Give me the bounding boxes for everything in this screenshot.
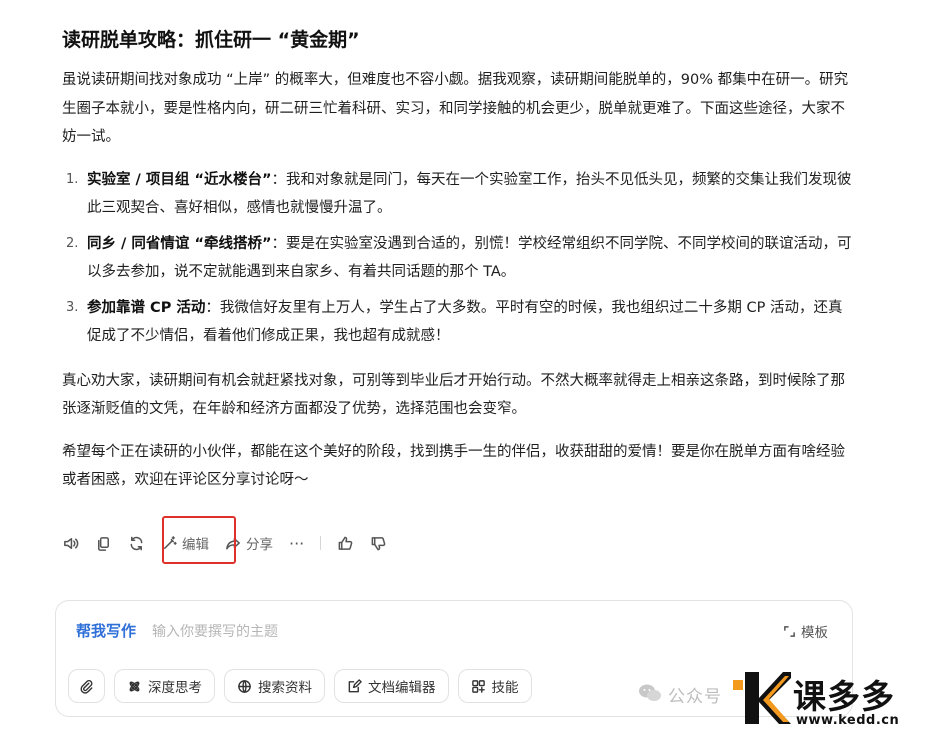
closing-paragraph: 希望每个正在读研的小伙伴，都能在这个美好的阶段，找到携手一生的伴侣，收获甜甜的爱…: [62, 443, 845, 489]
refresh-icon: [130, 536, 143, 550]
list-item-heading: 实验室 / 项目组 “近水楼台”: [87, 171, 272, 188]
edit-highlight-box: [162, 516, 236, 564]
article: 读研脱单攻略：抓住研一 “黄金期” 虽说读研期间找对象成功 “上岸” 的概率大，…: [62, 22, 852, 495]
list-number: 3.: [66, 299, 79, 315]
skills-label: 技能: [491, 680, 519, 696]
intro-paragraph: 虽说读研期间找对象成功 “上岸” 的概率大，但难度也不容小觑。据我观察，读研期间…: [62, 72, 849, 145]
article-title: 读研脱单攻略：抓住研一 “黄金期”: [62, 29, 360, 51]
read-aloud-button[interactable]: [62, 535, 79, 552]
list-item: 3. 参加靠谱 CP 活动：我微信好友里有上万人，学生占了大多数。平时有空的时候…: [62, 294, 852, 351]
deep-think-icon: [129, 681, 140, 691]
help-write-label: 帮我写作: [76, 622, 137, 640]
advice-paragraph: 真心劝大家，读研期间有机会就赶紧找对象，可别等到毕业后才开始行动。不然大概率就得…: [62, 372, 845, 418]
template-button[interactable]: 模板: [783, 621, 828, 641]
copy-button[interactable]: [95, 535, 112, 552]
brand-url: www.kedd.cn: [796, 713, 900, 728]
tips-list: 1. 实验室 / 项目组 “近水楼台”：我和对象就是同门，每天在一个实验室工作，…: [62, 166, 852, 351]
document-edit-icon: [348, 678, 362, 692]
k-logo-icon: [733, 672, 791, 724]
attach-button[interactable]: [68, 669, 105, 703]
dislike-button[interactable]: [370, 535, 387, 552]
more-icon: ···: [289, 533, 305, 553]
brand-logo: 课多多 www.kedd.cn: [733, 668, 929, 732]
list-number: 1.: [66, 171, 79, 187]
expand-icon: [784, 625, 795, 637]
more-button[interactable]: ···: [289, 534, 304, 553]
share-label: 分享: [246, 537, 273, 553]
wechat-icon: [638, 683, 662, 707]
grid-icon: [471, 679, 485, 693]
speaker-icon: [64, 537, 79, 549]
list-item: 2. 同乡 / 同省情谊 “牵线搭桥”：要是在实验室没遇到合适的，别慌！学校经常…: [62, 230, 852, 287]
watermark-text: 公众号: [668, 687, 722, 707]
copy-icon: [98, 536, 109, 551]
list-item-heading: 同乡 / 同省情谊 “牵线搭桥”: [87, 235, 272, 252]
brand-name: 课多多: [793, 677, 895, 716]
list-number: 2.: [66, 235, 79, 251]
thumbs-up-icon: [338, 536, 353, 550]
deep-think-label: 深度思考: [148, 680, 202, 696]
list-item-heading: 参加靠谱 CP 活动: [87, 299, 206, 316]
composer-toolbar: 深度思考 搜索资料 文档编辑器 技能: [68, 669, 541, 703]
search-label: 搜索资料: [258, 680, 312, 696]
paperclip-icon: [80, 679, 93, 694]
like-button[interactable]: [337, 535, 354, 552]
list-item: 1. 实验室 / 项目组 “近水楼台”：我和对象就是同门，每天在一个实验室工作，…: [62, 166, 852, 223]
globe-icon: [238, 679, 251, 693]
doc-editor-button[interactable]: 文档编辑器: [334, 669, 449, 703]
deep-think-button[interactable]: 深度思考: [114, 669, 215, 703]
thumbs-down-icon: [371, 536, 386, 550]
regenerate-button[interactable]: [128, 535, 145, 552]
divider: [320, 536, 322, 550]
template-label: 模板: [801, 625, 828, 641]
search-button[interactable]: 搜索资料: [224, 669, 325, 703]
doc-editor-label: 文档编辑器: [368, 680, 436, 696]
topic-input[interactable]: 输入你要撰写的主题: [152, 621, 278, 641]
skills-button[interactable]: 技能: [457, 669, 532, 703]
